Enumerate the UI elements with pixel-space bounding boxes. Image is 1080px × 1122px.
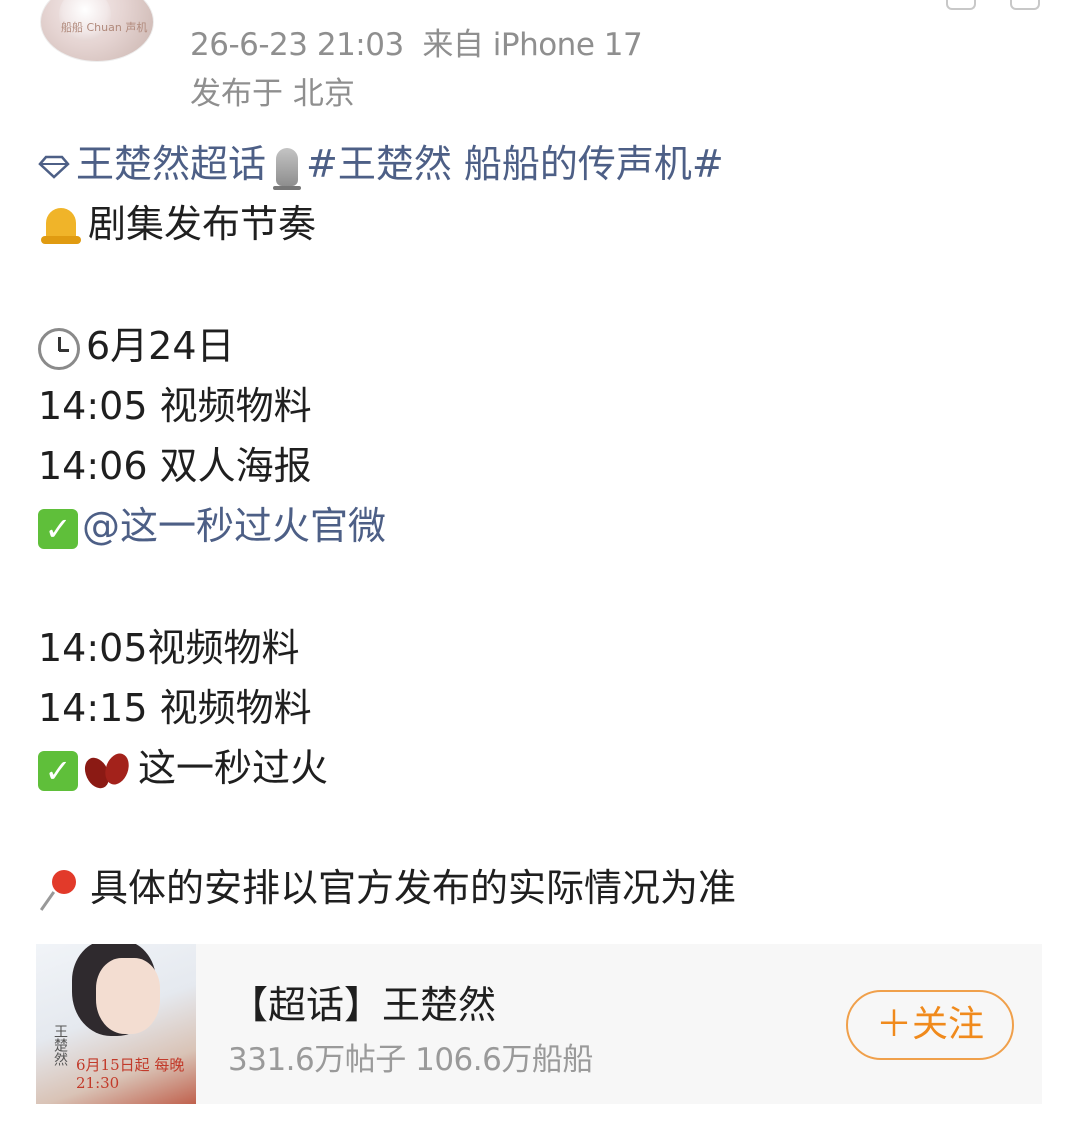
bell-icon	[38, 204, 84, 250]
beans-icon	[80, 749, 134, 792]
more-icon[interactable]	[1010, 0, 1040, 10]
poster-text: 6月15日起 每晚21:30	[76, 1056, 185, 1092]
clock-icon	[38, 327, 80, 370]
date-line: 6月24日	[38, 322, 235, 370]
note-line: 具体的安排以官方发布的实际情况为准	[38, 864, 736, 914]
post-source: 来自 iPhone 17	[422, 27, 643, 63]
poster-name: 王楚然	[52, 1024, 68, 1066]
avatar[interactable]: 船船 Chuan 声机	[40, 0, 154, 62]
platform-name: 这一秒过火	[138, 746, 329, 790]
post-meta: 26-6-23 21:03 来自 iPhone 17	[190, 19, 643, 64]
avatar-caption: 船船 Chuan 声机	[61, 21, 148, 34]
check-icon: ✓	[38, 508, 78, 549]
post-timestamp: 26-6-23 21:03	[190, 27, 404, 63]
platform-line: ✓ 这一秒过火	[38, 744, 328, 792]
topic-line: 王楚然超话 #王楚然 船船的传声机#	[38, 140, 724, 190]
card-stats: 331.6万帖子 106.6万船船	[228, 1042, 593, 1078]
schedule-item: 14:05视频物料	[38, 626, 300, 670]
top-actions	[946, 0, 1040, 10]
note-text: 具体的安排以官方发布的实际情况为准	[90, 866, 737, 910]
supertopic-card[interactable]: 王楚然 6月15日起 每晚21:30 【超话】王楚然 331.6万帖子 106.…	[36, 944, 1042, 1104]
heading-line: 剧集发布节奏	[38, 200, 316, 250]
diamond-icon	[38, 155, 70, 179]
schedule-item: 14:06 双人海报	[38, 444, 312, 488]
poster-portrait	[96, 958, 160, 1034]
follow-button[interactable]: ＋关注	[846, 990, 1014, 1060]
supertopic-link[interactable]: 王楚然超话	[76, 142, 266, 186]
schedule-heading: 剧集发布节奏	[88, 202, 317, 246]
schedule-item: 14:05 视频物料	[38, 384, 312, 428]
microphone-icon	[273, 147, 302, 190]
like-icon[interactable]	[946, 0, 976, 10]
card-title: 【超话】王楚然	[230, 983, 497, 1027]
post-location: 发布于 北京	[190, 76, 355, 112]
schedule-date: 6月24日	[86, 324, 235, 368]
pushpin-icon	[38, 868, 84, 914]
mention-line: ✓ @这一秒过火官微	[38, 502, 386, 550]
hashtag-link[interactable]: #王楚然 船船的传声机#	[306, 142, 724, 186]
schedule-item: 14:15 视频物料	[38, 686, 312, 730]
poster-image: 王楚然 6月15日起 每晚21:30	[36, 944, 196, 1104]
check-icon: ✓	[38, 750, 78, 791]
mention-link[interactable]: @这一秒过火官微	[82, 504, 386, 548]
